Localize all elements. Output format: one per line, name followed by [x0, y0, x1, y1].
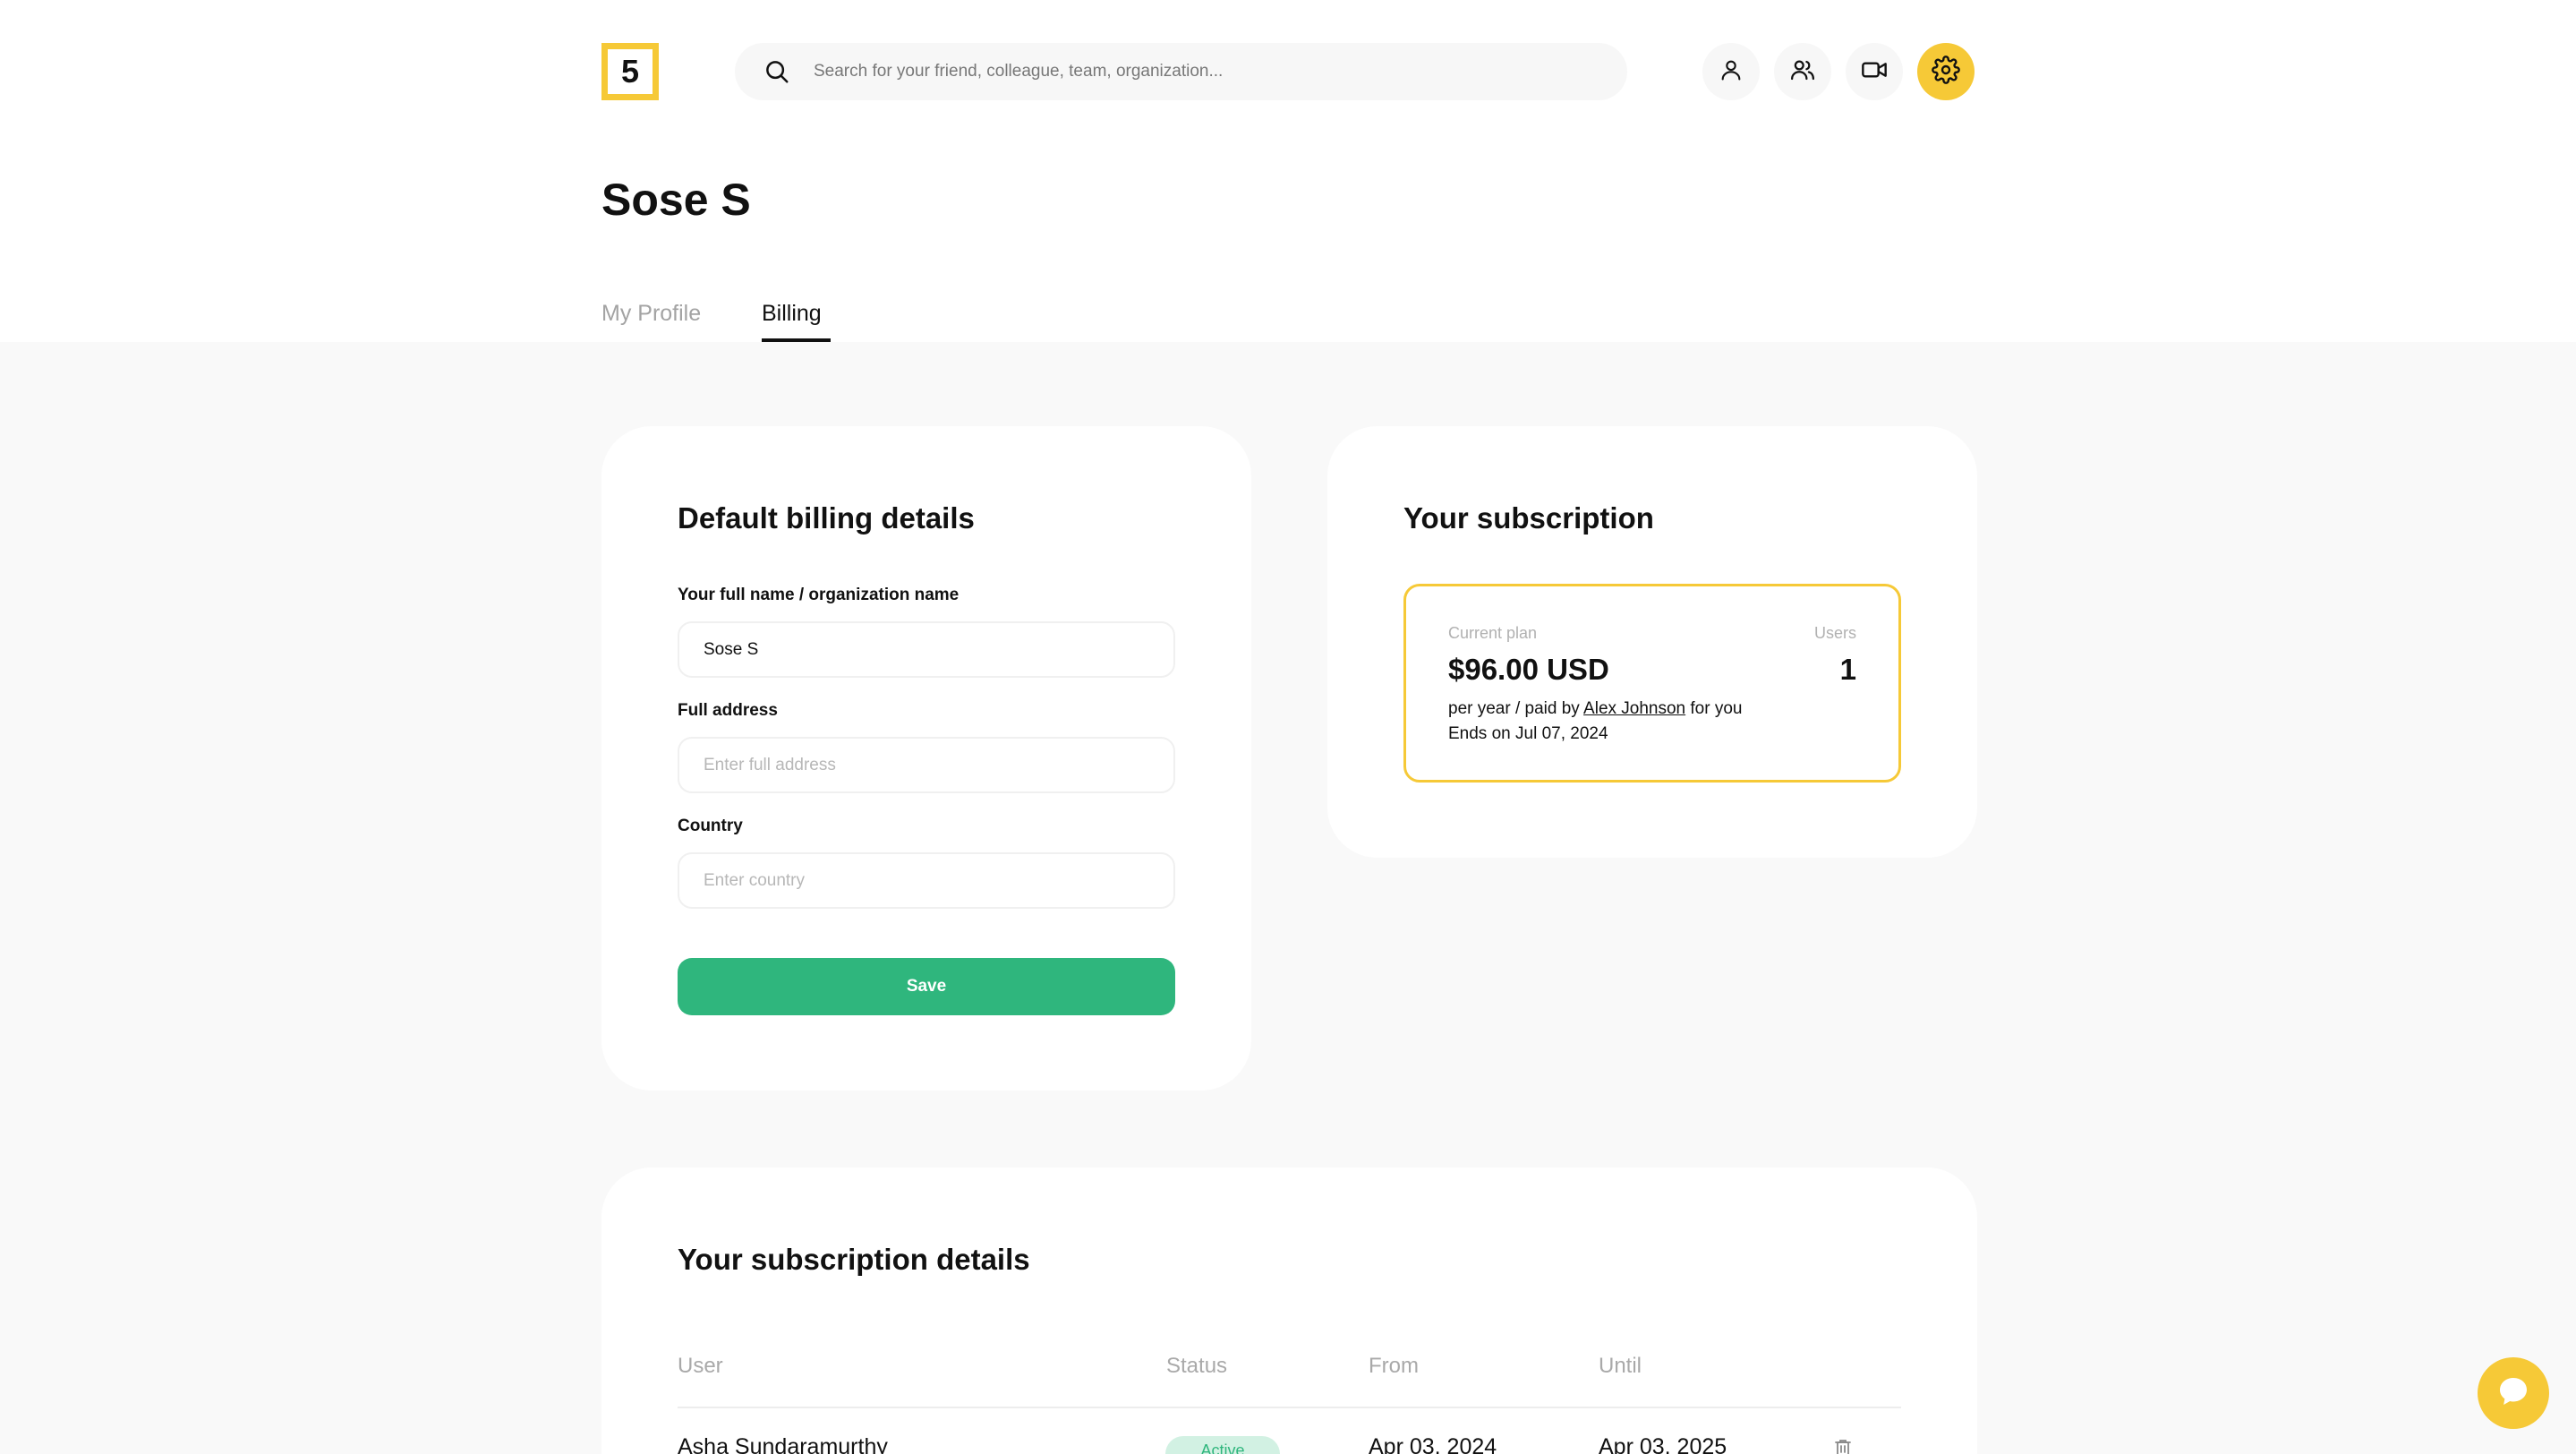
period-suffix: for you [1690, 699, 1743, 718]
tab-billing[interactable]: Billing [762, 301, 822, 327]
current-plan-label: Current plan [1448, 624, 1538, 642]
users-label: Users [1813, 624, 1856, 642]
column-header-user: User [678, 1354, 723, 1378]
video-icon [1860, 56, 1889, 89]
search-bar[interactable]: Search for your friend, colleague, team,… [735, 43, 1627, 100]
name-label: Your full name / organization name [678, 586, 960, 604]
users-icon [1789, 56, 1816, 88]
status-badge: Active [1165, 1436, 1280, 1454]
country-label: Country [678, 817, 743, 835]
user-icon [1719, 57, 1744, 87]
settings-button[interactable] [1917, 43, 1975, 100]
name-field[interactable]: Sose S [678, 621, 1175, 678]
row-until: Apr 03, 2025 [1599, 1434, 1727, 1454]
teams-button[interactable] [1774, 43, 1831, 100]
chat-bubble-icon [2495, 1373, 2531, 1414]
current-plan-box: Current plan Users $96.00 USD 1 per year… [1403, 584, 1901, 783]
trash-icon[interactable] [1832, 1436, 1854, 1454]
logo-text: 5 [620, 53, 640, 90]
app-logo[interactable]: 5 [601, 43, 659, 100]
row-user: Asha Sundaramurthy [678, 1434, 888, 1454]
gear-icon [1932, 55, 1960, 89]
plan-end-date: Ends on Jul 07, 2024 [1448, 724, 1608, 743]
country-placeholder: Enter country [704, 870, 805, 890]
column-header-status: Status [1166, 1354, 1228, 1378]
search-input[interactable]: Search for your friend, colleague, team,… [814, 62, 1223, 81]
profile-button[interactable] [1702, 43, 1760, 100]
plan-price: $96.00 USD [1448, 653, 1609, 686]
subscription-details-card: Your subscription details User Status Fr… [601, 1167, 1977, 1454]
payer-link[interactable]: Alex Johnson [1583, 699, 1685, 718]
page-header: 5 Search for your friend, colleague, tea… [0, 0, 2576, 342]
subscription-details-title: Your subscription details [678, 1243, 1030, 1276]
billing-details-title: Default billing details [678, 501, 975, 535]
column-header-until: Until [1599, 1354, 1642, 1378]
search-icon [762, 56, 792, 87]
tab-my-profile[interactable]: My Profile [601, 301, 701, 327]
row-from: Apr 03, 2024 [1369, 1434, 1497, 1454]
page-title: Sose S [601, 175, 751, 225]
subscription-title: Your subscription [1403, 501, 1654, 535]
period-prefix: per year / paid by [1448, 699, 1580, 718]
save-button[interactable]: Save [678, 958, 1175, 1015]
address-field[interactable]: Enter full address [678, 737, 1175, 793]
video-button[interactable] [1846, 43, 1903, 100]
chat-button[interactable] [2478, 1357, 2549, 1429]
address-placeholder: Enter full address [704, 755, 836, 774]
name-value: Sose S [704, 639, 759, 659]
subscription-card: Your subscription Current plan Users $96… [1327, 426, 1977, 858]
billing-details-card: Default billing details Your full name /… [601, 426, 1251, 1090]
plan-period: per year / paid by Alex Johnson for you [1448, 699, 1743, 719]
column-header-from: From [1369, 1354, 1419, 1378]
users-count: 1 [1839, 653, 1856, 686]
country-field[interactable]: Enter country [678, 852, 1175, 909]
table-header-divider [678, 1407, 1901, 1408]
address-label: Full address [678, 701, 778, 720]
